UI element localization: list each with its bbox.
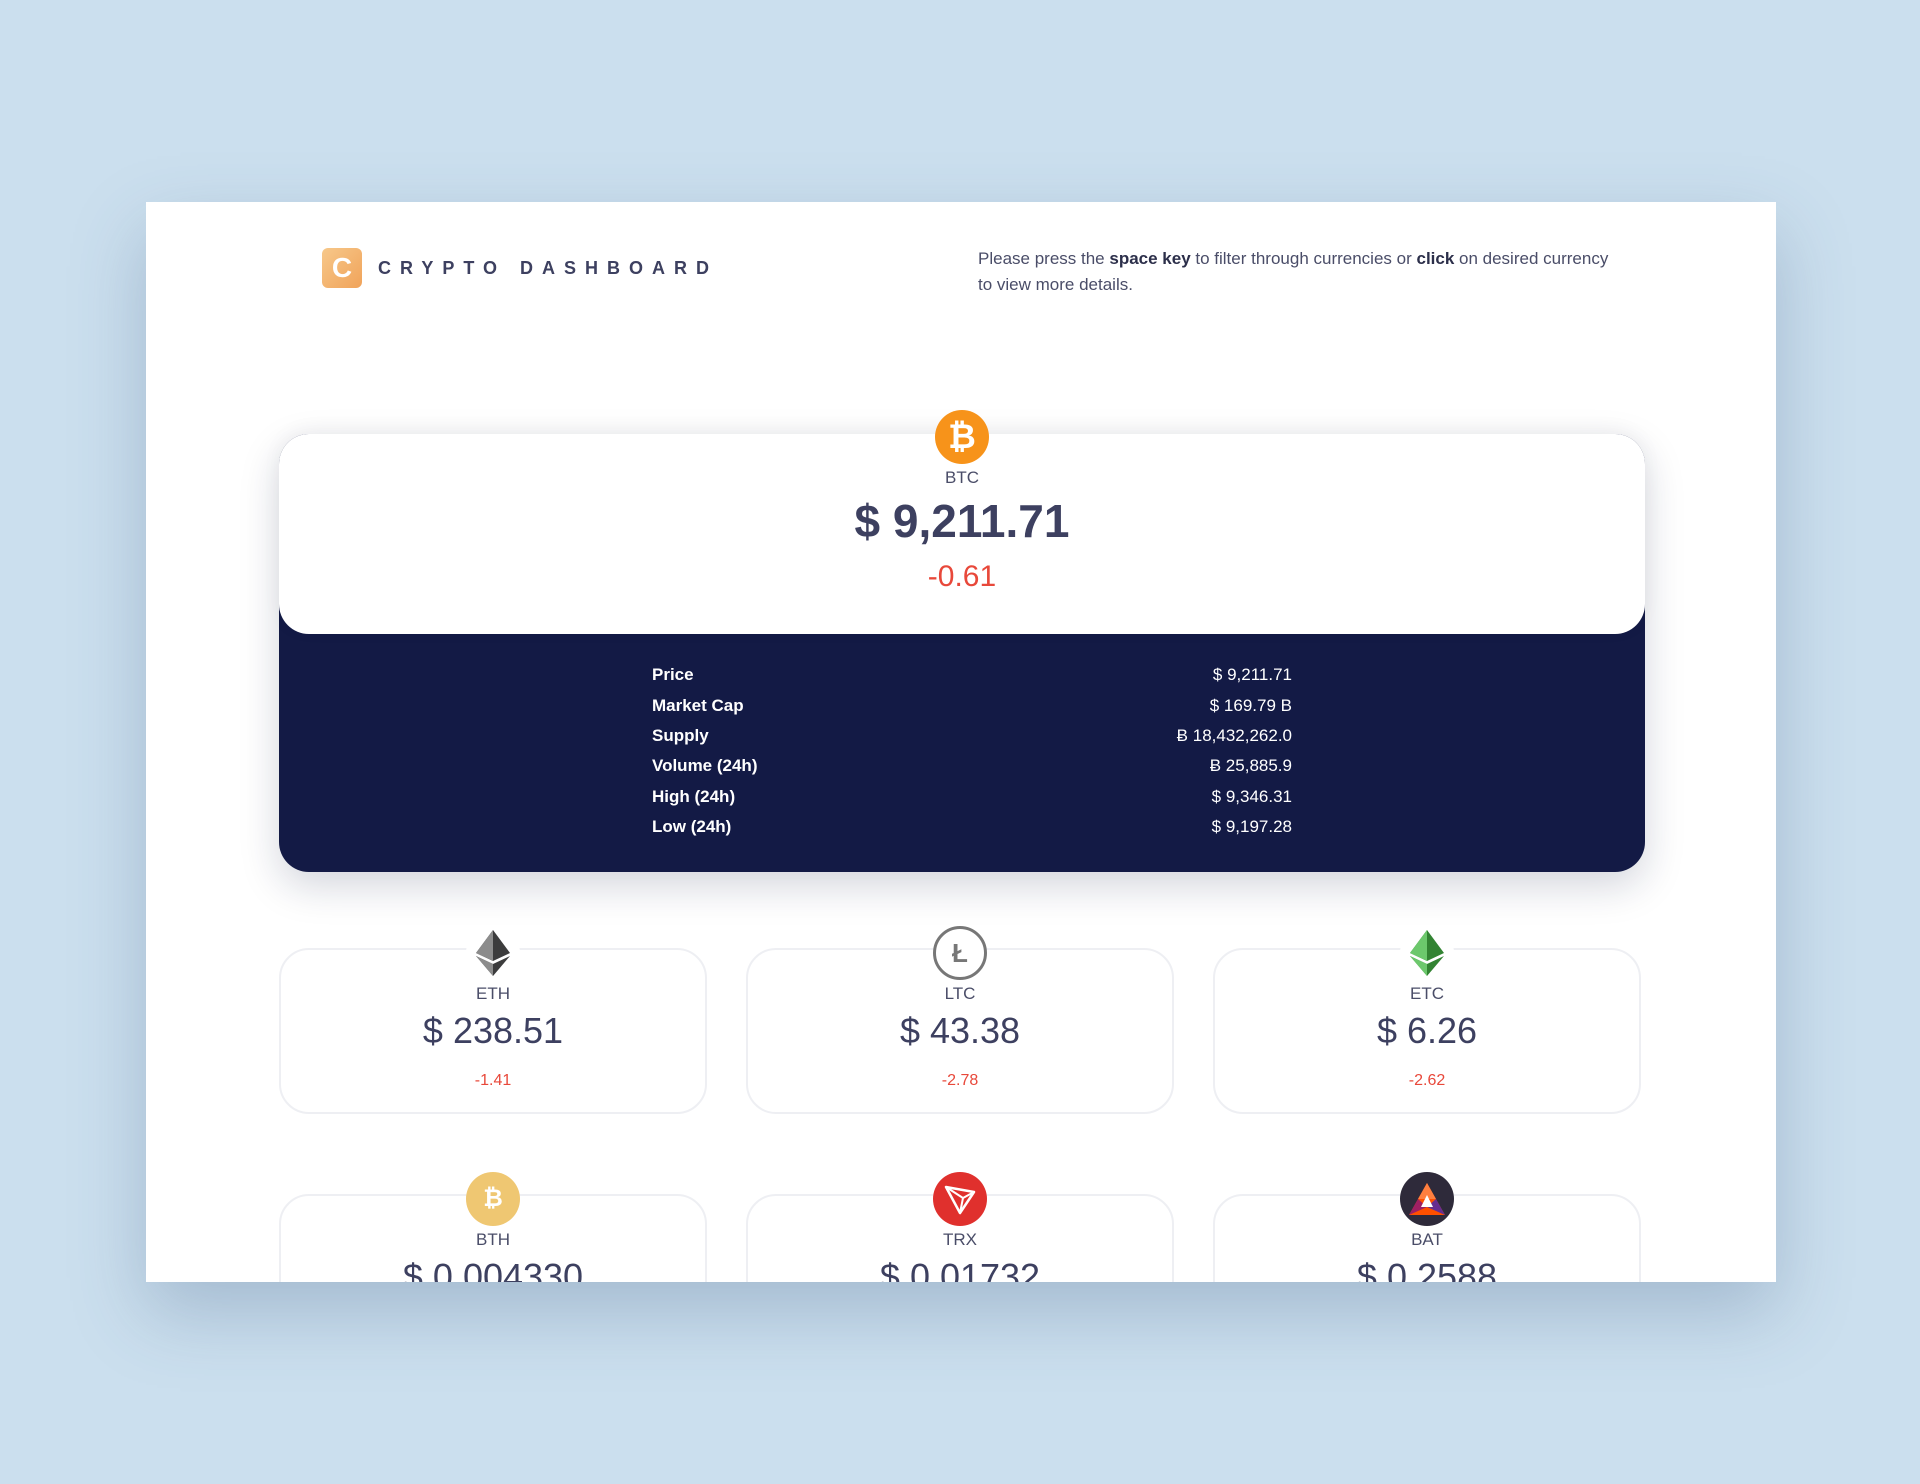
- detail-label: Market Cap: [652, 695, 744, 715]
- featured-price: $ 9,211.71: [854, 495, 1070, 547]
- featured-change: -0.61: [927, 560, 997, 593]
- currency-card-ltc[interactable]: Ł LTC $ 43.38 -2.78: [746, 926, 1174, 1114]
- detail-label: Low (24h): [652, 817, 732, 837]
- currency-change: -1.41: [474, 1072, 512, 1089]
- currency-symbol: BTH: [476, 1230, 510, 1249]
- currency-symbol: TRX: [943, 1230, 977, 1249]
- featured-currency-card[interactable]: ₿ BTC $ 9,211.71 -0.61 Price $ 9,211.71 …: [279, 410, 1645, 872]
- ethereum-icon: [466, 926, 520, 980]
- detail-label: Supply: [652, 725, 709, 745]
- featured-summary: ₿ BTC $ 9,211.71 -0.61: [279, 410, 1645, 634]
- detail-label: High (24h): [652, 786, 736, 806]
- featured-details: Price $ 9,211.71 Market Cap $ 169.79 B S…: [652, 660, 1292, 842]
- currency-change: -2.78: [941, 1072, 979, 1089]
- detail-value: Ƀ 25,885.9: [1209, 756, 1292, 776]
- dashboard-window: C CRYPTO DASHBOARD Please press the spac…: [146, 202, 1776, 1282]
- currency-card-trx[interactable]: TRX $ 0.01732: [746, 1172, 1174, 1282]
- detail-row-market-cap: Market Cap $ 169.79 B: [652, 690, 1292, 720]
- detail-label: Price: [652, 665, 694, 685]
- featured-symbol: BTC: [945, 468, 979, 487]
- currency-symbol: LTC: [944, 984, 976, 1003]
- currency-card-bth[interactable]: ₿ BTH $ 0.004330: [279, 1172, 707, 1282]
- currency-price: $ 6.26: [1376, 1010, 1478, 1051]
- currency-price: $ 0.01732: [879, 1256, 1041, 1282]
- detail-label: Volume (24h): [652, 756, 758, 776]
- instructions-text: Please press the space key to filter thr…: [978, 246, 1618, 298]
- detail-row-supply: Supply Ƀ 18,432,262.0: [652, 721, 1292, 751]
- currency-symbol: ETH: [476, 984, 510, 1003]
- currency-card-eth[interactable]: ETH $ 238.51 -1.41: [279, 926, 707, 1114]
- brand-title: CRYPTO DASHBOARD: [378, 258, 719, 278]
- detail-row-low: Low (24h) $ 9,197.28: [652, 812, 1292, 842]
- detail-value: $ 9,197.28: [1211, 817, 1292, 837]
- currency-symbol: BAT: [1411, 1230, 1443, 1249]
- bitcoin-icon: ₿: [935, 410, 989, 464]
- bat-icon: [1400, 1172, 1454, 1226]
- detail-row-price: Price $ 9,211.71: [652, 660, 1292, 690]
- hint-middle: to filter through currencies or: [1190, 249, 1417, 268]
- currency-price: $ 238.51: [422, 1010, 564, 1051]
- hint-prefix: Please press the: [978, 249, 1110, 268]
- ethereum-classic-icon: [1400, 926, 1454, 980]
- tron-icon: [933, 1172, 987, 1226]
- currency-price: $ 43.38: [899, 1010, 1021, 1051]
- detail-value: $ 9,211.71: [1212, 665, 1292, 685]
- detail-row-high: High (24h) $ 9,346.31: [652, 782, 1292, 812]
- header: C CRYPTO DASHBOARD Please press the spac…: [146, 202, 1776, 322]
- currency-price: $ 0.2588: [1356, 1256, 1498, 1282]
- currency-symbol: ETC: [1410, 984, 1444, 1003]
- detail-value: $ 169.79 B: [1209, 695, 1292, 715]
- litecoin-icon: Ł: [933, 926, 987, 980]
- detail-value: Ƀ 18,432,262.0: [1176, 725, 1292, 745]
- logo-badge: C: [322, 248, 362, 288]
- detail-value: $ 9,346.31: [1211, 786, 1292, 806]
- currency-card-etc[interactable]: ETC $ 6.26 -2.62: [1213, 926, 1641, 1114]
- hint-click: click: [1416, 249, 1455, 268]
- hint-space-key: space key: [1109, 249, 1191, 268]
- bitcoin-hex-icon: ₿: [466, 1172, 520, 1226]
- currency-change: -2.62: [1408, 1072, 1446, 1089]
- currency-price: $ 0.004330: [402, 1256, 584, 1282]
- currency-card-bat[interactable]: BAT $ 0.2588: [1213, 1172, 1641, 1282]
- detail-row-volume: Volume (24h) Ƀ 25,885.9: [652, 751, 1292, 781]
